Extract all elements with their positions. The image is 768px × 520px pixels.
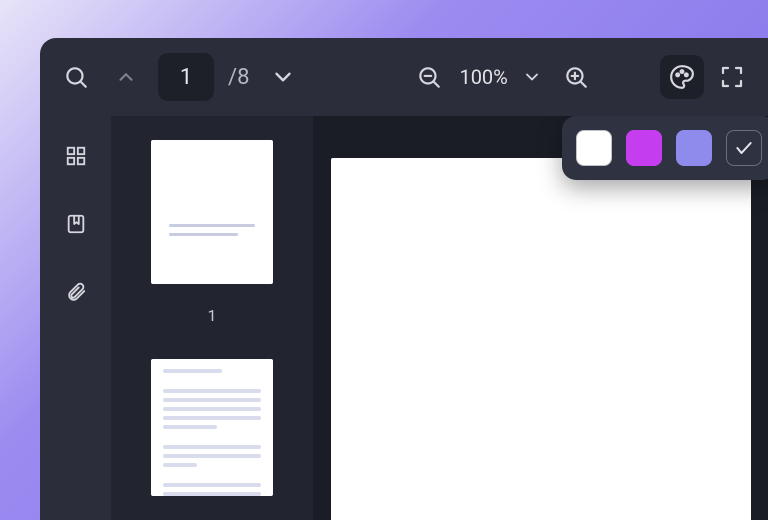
grid-icon [65,145,87,167]
zoom-level-label: 100% [459,65,507,89]
attachment-icon [65,281,87,303]
zoom-in-button[interactable] [554,55,598,99]
thumbnail-content [163,369,261,496]
thumbnail-panel[interactable]: 1 [111,116,313,520]
chevron-down-icon [270,64,296,90]
fullscreen-button[interactable] [710,55,754,99]
toolbar: 1 /8 100% [40,38,768,116]
check-icon [734,138,754,158]
thumbnail-content [169,224,254,236]
palette-icon [669,64,695,90]
left-sidebar [40,116,111,520]
current-page-value: 1 [180,65,192,90]
theme-swatch-lavender[interactable] [676,130,712,166]
theme-button[interactable] [660,55,704,99]
theme-swatch-white[interactable] [576,130,612,166]
document-viewport[interactable] [313,116,768,520]
thumbnails-tab[interactable] [56,136,96,176]
search-icon [63,64,89,90]
thumbnail-page-2[interactable] [151,359,273,496]
fullscreen-icon [720,65,744,89]
chevron-up-icon [115,66,137,88]
zoom-in-icon [563,64,589,90]
app-window: 1 /8 100% [40,38,768,520]
thumbnail-label-1: 1 [208,306,217,325]
search-button[interactable] [54,55,98,99]
prev-page-button[interactable] [104,55,148,99]
body: 1 [40,116,768,520]
theme-swatch-magenta[interactable] [626,130,662,166]
zoom-dropdown-button[interactable] [516,55,548,99]
zoom-out-icon [416,64,442,90]
next-page-button[interactable] [261,55,305,99]
bookmarks-tab[interactable] [56,204,96,244]
caret-down-icon [522,67,542,87]
attachments-tab[interactable] [56,272,96,312]
theme-popover [562,116,768,180]
bookmark-icon [65,213,87,235]
page-total-label: /8 [228,65,249,90]
theme-confirm-button[interactable] [726,130,762,166]
document-page [331,158,751,520]
thumbnail-page-1[interactable] [151,140,273,284]
zoom-out-button[interactable] [407,55,451,99]
page-number-input[interactable]: 1 [158,53,214,101]
